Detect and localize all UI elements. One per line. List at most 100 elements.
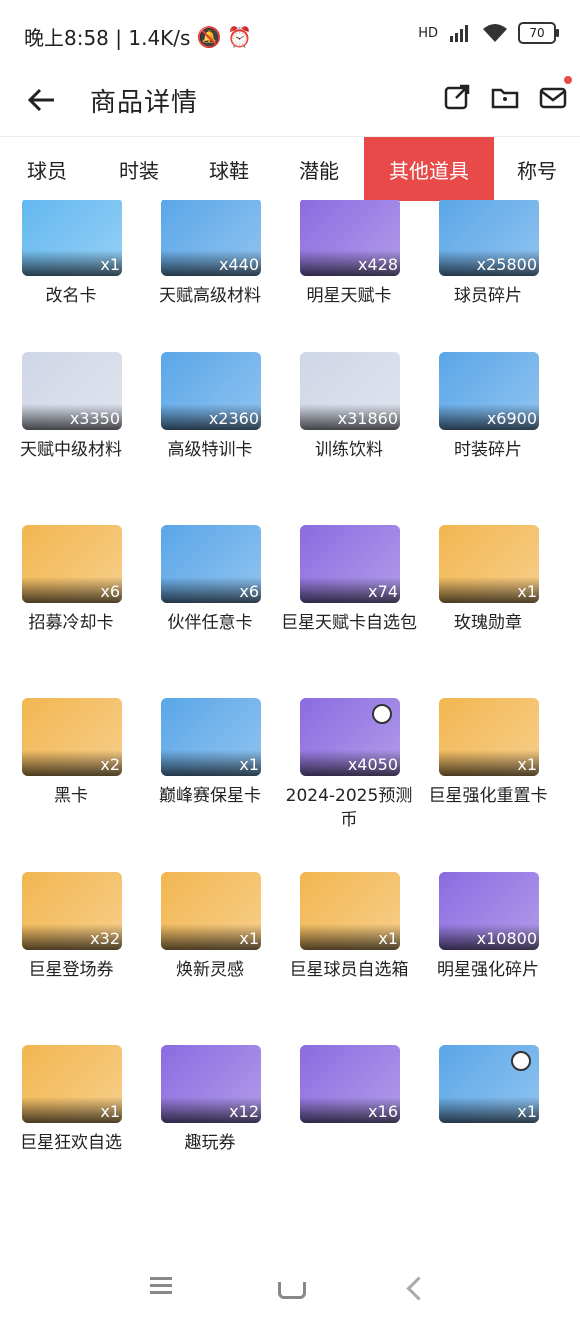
item-card[interactable]: x428 明星天赋卡 xyxy=(285,200,413,308)
item-name: 玫瑰勋章 xyxy=(454,613,522,633)
item-card[interactable]: x6900 时装碎片 xyxy=(424,352,552,462)
item-card[interactable]: x1 巨星强化重置卡 xyxy=(424,698,552,808)
item-card[interactable]: x6 伙伴任意卡 xyxy=(146,525,274,635)
wifi-icon xyxy=(483,24,507,42)
item-name: 训练饮料 xyxy=(315,440,383,460)
item-quantity: x6 xyxy=(239,582,259,601)
item-name: 球员碎片 xyxy=(454,286,522,306)
item-thumbnail: x6 xyxy=(22,525,122,603)
tab-5[interactable]: 称号 xyxy=(494,137,580,201)
tab-0[interactable]: 球员 xyxy=(0,137,94,201)
item-name: 巨星登场券 xyxy=(28,960,114,980)
item-name: 巨星球员自选箱 xyxy=(289,960,409,980)
item-quantity: x4050 xyxy=(347,755,398,774)
item-card[interactable]: x4050 2024-2025预测币 xyxy=(285,698,413,832)
tab-3[interactable]: 潜能 xyxy=(274,137,364,201)
item-quantity: x2360 xyxy=(208,409,259,428)
page-title: 商品详情 xyxy=(90,88,199,118)
item-card[interactable]: x440 天赋高级材料 xyxy=(146,200,274,308)
tab-4[interactable]: 其他道具 xyxy=(364,137,494,201)
status-bar: 晚上8:58 | 1.4K/s 🔕 ⏰ HD 70 xyxy=(0,0,580,72)
item-name: 黑卡 xyxy=(54,786,88,806)
item-name: 时装碎片 xyxy=(454,440,522,460)
home-icon[interactable] xyxy=(278,1282,306,1299)
tab-1[interactable]: 时装 xyxy=(94,137,184,201)
item-quantity: x25800 xyxy=(476,255,537,274)
item-name: 巨星强化重置卡 xyxy=(428,786,548,806)
item-name: 天赋中级材料 xyxy=(20,440,122,460)
item-card[interactable]: x1 巅峰赛保星卡 xyxy=(146,698,274,808)
item-name: 明星天赋卡 xyxy=(306,286,392,306)
item-thumbnail: x3350 xyxy=(22,352,122,430)
item-card[interactable]: x32 巨星登场券 xyxy=(7,872,135,982)
signal-icon xyxy=(450,25,468,42)
item-quantity: x12 xyxy=(229,1102,259,1121)
item-name: 2024-2025预测币 xyxy=(285,786,413,830)
item-name: 趣玩券 xyxy=(184,1133,236,1153)
item-card[interactable]: x25800 球员碎片 xyxy=(424,200,552,308)
item-card[interactable]: x10800 明星强化碎片 xyxy=(424,872,552,982)
item-quantity: x16 xyxy=(368,1102,398,1121)
mail-icon[interactable] xyxy=(538,76,572,112)
item-quantity: x440 xyxy=(218,255,259,274)
signal-label: HD xyxy=(418,25,438,41)
item-card[interactable]: x16 xyxy=(285,1045,413,1131)
item-quantity: x1 xyxy=(100,255,120,274)
item-quantity: x1 xyxy=(517,755,537,774)
back-arrow-icon[interactable] xyxy=(24,82,60,118)
item-card[interactable]: x74 巨星天赋卡自选包 xyxy=(281,525,417,635)
back-icon[interactable] xyxy=(406,1276,431,1301)
system-nav-bar xyxy=(0,1170,580,1321)
item-name: 天赋高级材料 xyxy=(159,286,261,306)
item-name: 改名卡 xyxy=(45,286,97,306)
status-left: 晚上8:58 | 1.4K/s 🔕 ⏰ xyxy=(24,22,252,51)
status-right: HD 70 xyxy=(418,22,559,44)
item-thumbnail: x428 xyxy=(300,200,400,276)
item-thumbnail: x1 xyxy=(22,1045,122,1123)
share-icon[interactable] xyxy=(442,82,472,112)
item-quantity: x74 xyxy=(368,582,398,601)
item-grid: x1 改名卡 x440 天赋高级材料 x428 明星天赋卡 x25800 球员碎片 x3350 天… xyxy=(0,200,580,1170)
item-name: 伙伴任意卡 xyxy=(167,613,253,633)
item-thumbnail: x1 xyxy=(161,698,261,776)
item-thumbnail: x32 xyxy=(22,872,122,950)
item-card[interactable]: x1 焕新灵感 xyxy=(146,872,274,982)
item-card[interactable]: x12 趣玩券 xyxy=(146,1045,274,1155)
item-quantity: x32 xyxy=(90,929,120,948)
item-thumbnail: x2360 xyxy=(161,352,261,430)
item-quantity: x428 xyxy=(357,255,398,274)
item-card[interactable]: x31860 训练饮料 xyxy=(285,352,413,462)
timer-icon xyxy=(511,1051,531,1071)
item-card[interactable]: x1 巨星球员自选箱 xyxy=(285,872,413,982)
item-thumbnail: x31860 xyxy=(300,352,400,430)
item-card[interactable]: x3350 天赋中级材料 xyxy=(7,352,135,462)
item-card[interactable]: x1 xyxy=(424,1045,552,1131)
tab-2[interactable]: 球鞋 xyxy=(184,137,274,201)
item-card[interactable]: x1 玫瑰勋章 xyxy=(424,525,552,635)
folder-icon[interactable] xyxy=(490,82,520,112)
item-name: 招募冷却卡 xyxy=(28,613,114,633)
menu-icon[interactable] xyxy=(150,1275,174,1297)
item-name: 巨星狂欢自选 xyxy=(20,1133,122,1153)
item-quantity: x10800 xyxy=(476,929,537,948)
item-thumbnail: x6 xyxy=(161,525,261,603)
category-tabs: 球员 时装 球鞋 潜能 其他道具 称号 xyxy=(0,136,580,201)
item-card[interactable]: x2360 高级特训卡 xyxy=(146,352,274,462)
item-card[interactable]: x6 招募冷却卡 xyxy=(7,525,135,635)
item-card[interactable]: x2 黑卡 xyxy=(7,698,135,808)
item-thumbnail: x1 xyxy=(300,872,400,950)
header-actions xyxy=(442,76,572,112)
item-quantity: x6 xyxy=(100,582,120,601)
item-quantity: x1 xyxy=(517,582,537,601)
item-thumbnail: x25800 xyxy=(439,200,539,276)
item-thumbnail: x1 xyxy=(439,698,539,776)
item-quantity: x1 xyxy=(239,929,259,948)
item-thumbnail: x4050 xyxy=(300,698,400,776)
item-thumbnail: x10800 xyxy=(439,872,539,950)
item-thumbnail: x1 xyxy=(22,200,122,276)
item-thumbnail: x1 xyxy=(161,872,261,950)
item-card[interactable]: x1 巨星狂欢自选 xyxy=(7,1045,135,1155)
item-card[interactable]: x1 改名卡 xyxy=(7,200,135,308)
item-thumbnail: x16 xyxy=(300,1045,400,1123)
timer-icon xyxy=(372,704,392,724)
